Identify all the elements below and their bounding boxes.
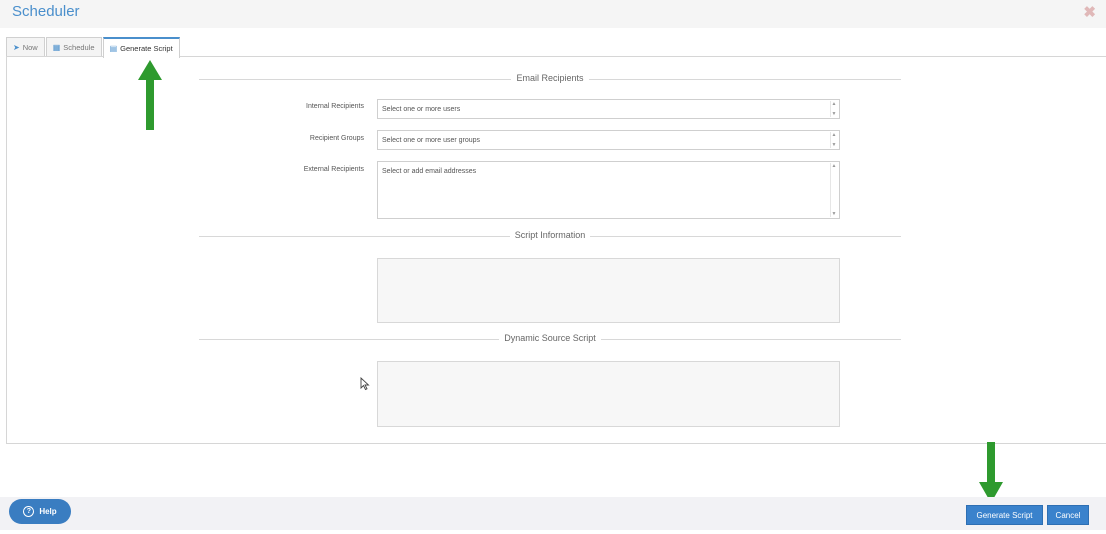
tab-bar: ➤ Now ▦ Schedule ▤ Generate Script [6,37,181,58]
section-title-text: Dynamic Source Script [499,333,601,343]
tab-label: Generate Script [120,44,173,53]
window-header: Scheduler ✖ [0,0,1106,28]
tab-schedule[interactable]: ▦ Schedule [45,37,102,57]
section-title-text: Email Recipients [511,73,589,83]
internal-recipients-label: Internal Recipients [306,103,364,110]
recipient-groups-placeholder: Select one or more user groups [382,137,481,144]
help-icon: ? [23,506,35,517]
generate-script-button[interactable]: Generate Script [966,505,1043,525]
external-recipients-label: External Recipients [303,166,364,173]
paper-plane-icon: ➤ [13,43,20,52]
dynamic-source-script-box[interactable] [377,361,840,427]
tab-now[interactable]: ➤ Now [6,37,45,57]
window-title: Scheduler [12,3,80,20]
external-recipients-placeholder: Select or add email addresses [382,168,477,175]
section-title-text: Script Information [509,230,591,240]
help-label: Help [39,507,57,516]
tab-label: Schedule [63,43,95,52]
cancel-button[interactable]: Cancel [1047,505,1089,525]
section-title-script-info: Script Information [199,230,901,240]
script-information-box [377,258,840,323]
tab-generate-script[interactable]: ▤ Generate Script [102,37,180,58]
script-icon: ▤ [109,44,118,53]
arrow-up-icon [138,60,162,130]
footer-bar [0,497,1106,530]
section-title-email: Email Recipients [199,73,901,83]
arrow-down-icon [979,442,1003,503]
scrollbar[interactable]: ▲ ▼ [830,163,837,217]
mouse-cursor-icon [360,377,370,391]
help-button[interactable]: ? Help [9,499,71,524]
section-title-dynamic: Dynamic Source Script [199,333,901,343]
external-recipients-input[interactable]: Select or add email addresses ▲ ▼ [377,161,840,219]
close-icon[interactable]: ✖ [1083,3,1096,21]
spinner-icon[interactable]: ▲ ▼ [830,132,837,148]
recipient-groups-select[interactable]: Select one or more user groups ▲ ▼ [377,130,840,150]
internal-recipients-placeholder: Select one or more users [382,106,461,113]
recipient-groups-label: Recipient Groups [309,135,364,142]
tab-label: Now [22,43,38,52]
calendar-icon: ▦ [52,43,61,52]
internal-recipients-select[interactable]: Select one or more users ▲ ▼ [377,99,840,119]
spinner-icon[interactable]: ▲ ▼ [830,101,837,117]
